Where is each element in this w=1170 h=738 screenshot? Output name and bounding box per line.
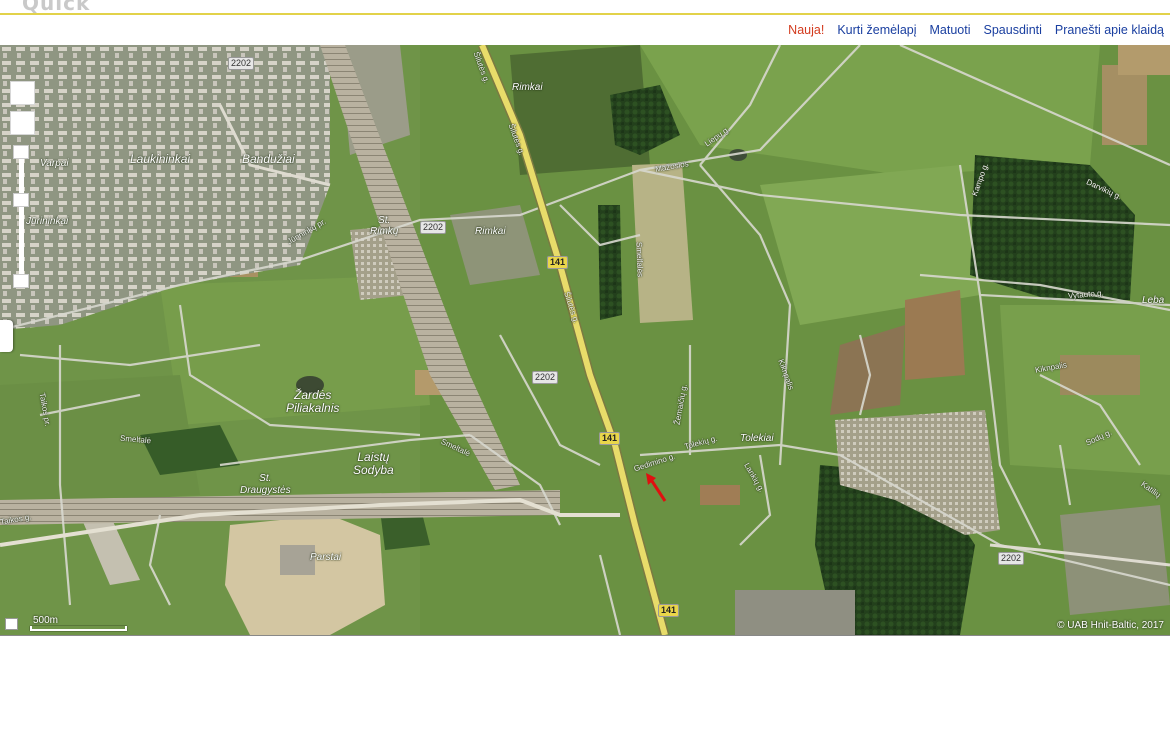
place-label: Žardės Piliakalnis <box>286 388 340 415</box>
map-imagery <box>0 45 1170 635</box>
road-number-badge: 2202 <box>228 57 255 70</box>
zoom-out-button[interactable] <box>10 111 35 135</box>
place-label: St. Draugystės <box>240 473 291 496</box>
logo[interactable]: Quick <box>22 0 90 13</box>
road-number-badge: 2202 <box>998 552 1025 565</box>
menu-report-error-link[interactable]: Pranešti apie klaidą <box>1055 23 1164 37</box>
road-number-badge: 2202 <box>532 371 559 384</box>
menu-bar: Nauja! Kurti žemėlapį Matuoti Spausdinti… <box>0 15 1170 45</box>
road-number-badge: 2202 <box>420 221 447 234</box>
menu-measure-link[interactable]: Matuoti <box>930 23 971 37</box>
place-label: Parstai <box>310 552 342 563</box>
zoom-slider-handle[interactable] <box>13 193 29 207</box>
place-label: Tolekiai <box>740 433 774 444</box>
main-menu: Nauja! Kurti žemėlapį Matuoti Spausdinti… <box>788 23 1164 37</box>
place-label: Rimkai <box>512 82 543 93</box>
place-label: Rimkai <box>475 226 506 237</box>
place-label: Laukininkai <box>130 152 191 166</box>
zoom-slider-top-knob[interactable] <box>13 145 29 159</box>
layers-panel-toggle[interactable] <box>0 320 13 352</box>
zoom-slider-track[interactable] <box>19 145 24 285</box>
place-label: Varpai <box>40 158 69 169</box>
place-label: Jūrininkai <box>26 216 69 227</box>
place-label: Laistų Sodyba <box>353 450 394 477</box>
highway-number-badge: 141 <box>547 256 569 269</box>
place-label: Bandužiai <box>242 152 295 166</box>
menu-create-map-link[interactable]: Kurti žemėlapį <box>837 23 916 37</box>
zoom-in-button[interactable] <box>10 81 35 105</box>
menu-new-link[interactable]: Nauja! <box>788 23 824 37</box>
satellite-map[interactable]: Laukininkai Bandužiai Varpai Jūrininkai … <box>0 45 1170 636</box>
scale-bar <box>30 626 127 631</box>
place-label: St. Rimkų <box>370 215 399 237</box>
top-header: Quick <box>0 0 1170 15</box>
street-label: Smelfalės <box>634 241 645 278</box>
menu-print-link[interactable]: Spausdinti <box>984 23 1042 37</box>
map-copyright: © UAB Hnit-Baltic, 2017 <box>1057 620 1164 631</box>
highway-number-badge: 141 <box>599 432 621 445</box>
scale-label: 500m <box>33 615 59 626</box>
place-label: Leba <box>1142 295 1165 306</box>
zoom-slider-bottom-knob[interactable] <box>13 274 29 288</box>
scale-toggle-box[interactable] <box>5 618 18 630</box>
highway-number-badge: 141 <box>658 604 680 617</box>
